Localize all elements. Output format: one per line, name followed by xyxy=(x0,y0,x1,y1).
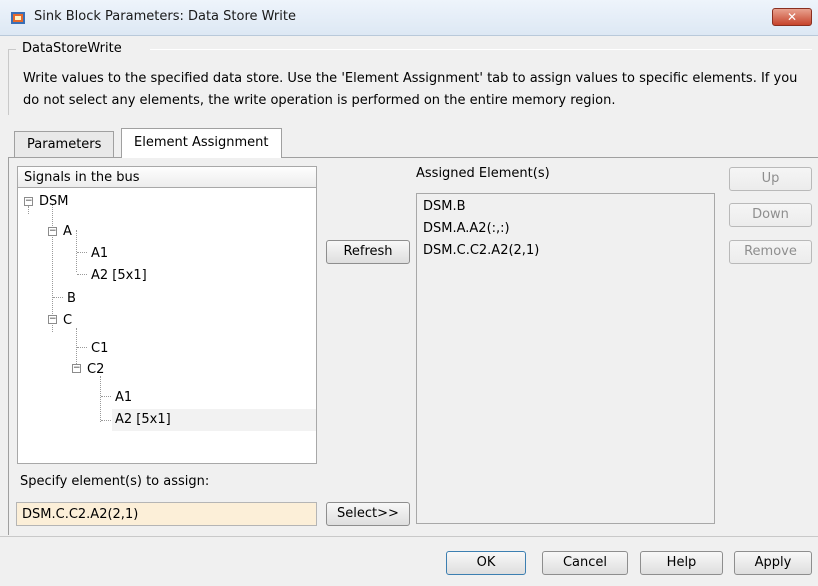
window-title: Sink Block Parameters: Data Store Write xyxy=(34,9,296,24)
tree-connector xyxy=(77,252,87,253)
tree-node-label: DSM xyxy=(39,194,69,209)
tree-node-c[interactable]: C xyxy=(60,310,72,332)
tree-connector xyxy=(53,297,63,298)
collapse-icon[interactable]: − xyxy=(48,227,57,236)
tree-node-label: C2 xyxy=(87,362,105,377)
tree-connector xyxy=(52,204,53,332)
collapse-icon[interactable]: − xyxy=(48,315,57,324)
tree-connector xyxy=(101,396,111,397)
tree-node-c1[interactable]: C1 xyxy=(88,338,108,360)
collapse-icon[interactable]: − xyxy=(24,197,33,206)
list-item[interactable]: DSM.C.C2.A2(2,1) xyxy=(423,240,539,262)
ok-button[interactable]: OK xyxy=(446,551,526,575)
block-name: DataStoreWrite xyxy=(22,41,122,56)
tab-element-assignment-label: Element Assignment xyxy=(134,135,269,150)
tree-connector xyxy=(101,420,111,421)
tree-node-label: A2 [5x1] xyxy=(115,412,171,427)
apply-button[interactable]: Apply xyxy=(734,551,812,575)
tree-node-label: A2 [5x1] xyxy=(91,268,147,283)
tree-node-label: B xyxy=(67,291,76,306)
tree-header: Signals in the bus xyxy=(17,166,317,188)
group-border-vertical xyxy=(8,49,9,115)
tree-connector xyxy=(76,230,77,272)
assigned-elements-label: Assigned Element(s) xyxy=(416,166,550,181)
tree-node-c2[interactable]: C2 xyxy=(84,359,104,381)
tree-node-label: C xyxy=(63,313,73,328)
tab-element-assignment[interactable]: Element Assignment xyxy=(121,128,282,158)
tree-connector xyxy=(77,274,87,275)
select-button[interactable]: Select>> xyxy=(326,502,410,526)
tab-parameters-label: Parameters xyxy=(27,137,102,152)
assigned-elements-list[interactable]: DSM.B DSM.A.A2(:,:) DSM.C.C2.A2(2,1) xyxy=(416,193,715,524)
tree-node-c2-a1[interactable]: A1 xyxy=(112,387,132,409)
tree-node-label: A1 xyxy=(115,390,133,405)
list-item[interactable]: DSM.A.A2(:,:) xyxy=(423,218,510,240)
tree-node-a[interactable]: A xyxy=(60,221,72,243)
group-border-top xyxy=(150,49,812,50)
tree-connector xyxy=(28,206,29,214)
group-border-left xyxy=(8,49,16,50)
close-icon: ✕ xyxy=(786,10,798,24)
simulink-block-icon xyxy=(11,12,25,24)
tree-connector xyxy=(100,376,101,422)
close-button[interactable]: ✕ xyxy=(772,8,812,26)
tree-node-b[interactable]: B xyxy=(64,288,76,310)
tree-node-a1[interactable]: A1 xyxy=(88,243,108,265)
tree-node-c2-a2[interactable]: A2 [5x1] xyxy=(112,409,316,431)
list-item[interactable]: DSM.B xyxy=(423,196,466,218)
tree-node-label: A xyxy=(63,224,72,239)
tree-node-label: C1 xyxy=(91,341,109,356)
footer-separator xyxy=(0,536,818,537)
remove-button[interactable]: Remove xyxy=(729,240,812,264)
collapse-icon[interactable]: − xyxy=(72,364,81,373)
refresh-button[interactable]: Refresh xyxy=(326,240,410,264)
cancel-button[interactable]: Cancel xyxy=(542,551,628,575)
down-button[interactable]: Down xyxy=(729,203,812,227)
help-button[interactable]: Help xyxy=(640,551,723,575)
tree-connector xyxy=(77,347,87,348)
title-bar: Sink Block Parameters: Data Store Write … xyxy=(0,0,818,36)
tree-node-a2[interactable]: A2 [5x1] xyxy=(88,265,147,287)
block-description: Write values to the specified data store… xyxy=(23,71,798,108)
up-button[interactable]: Up xyxy=(729,167,812,191)
specify-elements-input[interactable] xyxy=(16,502,317,526)
tree-node-dsm[interactable]: DSM xyxy=(36,191,68,213)
signal-tree[interactable]: − DSM − A A1 A2 [5x1] B − C C1 − C2 A1 A… xyxy=(17,187,317,464)
specify-elements-label: Specify element(s) to assign: xyxy=(20,474,210,489)
tab-parameters[interactable]: Parameters xyxy=(14,131,115,157)
tree-node-label: A1 xyxy=(91,246,109,261)
